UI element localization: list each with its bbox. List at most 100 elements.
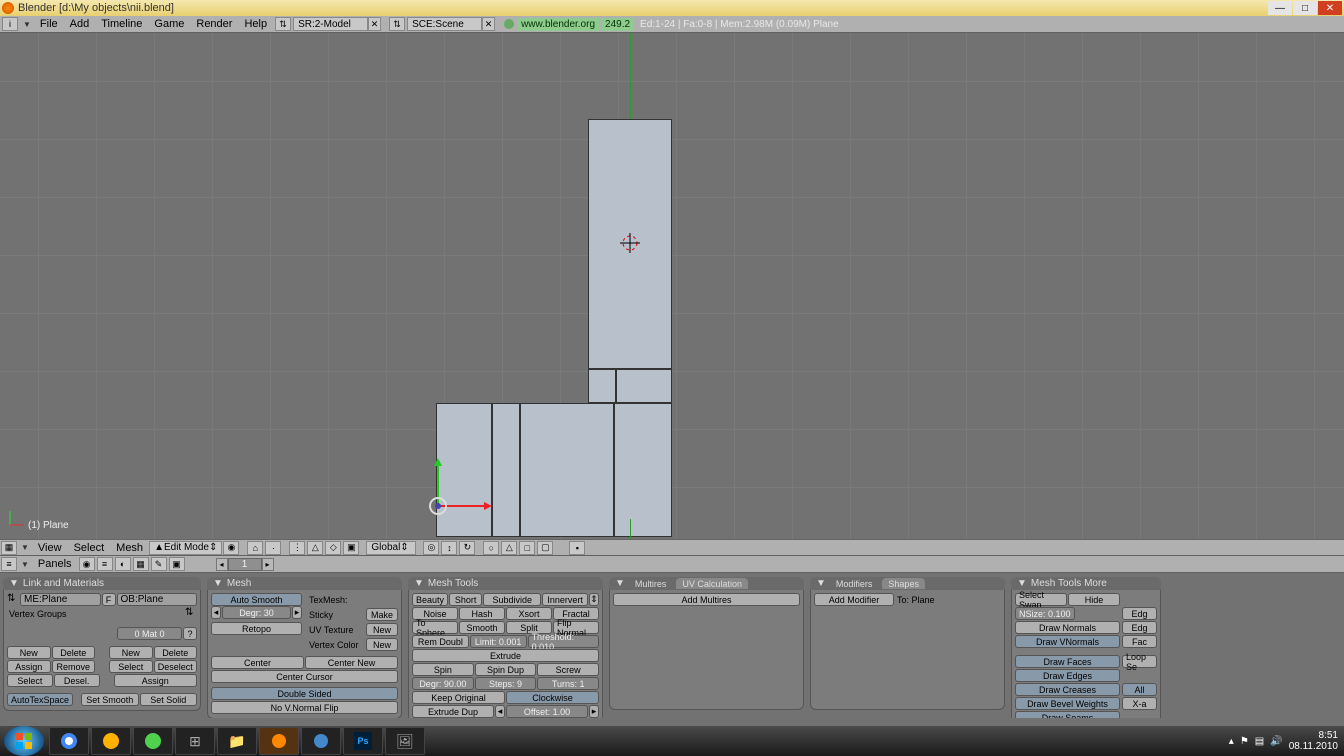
taskbar-app-icon[interactable] — [91, 727, 131, 755]
collapse-icon[interactable]: ▼ — [21, 543, 29, 552]
tray-arrow-icon[interactable]: ▴ — [1229, 736, 1234, 747]
taskbar-chrome-icon[interactable] — [49, 727, 89, 755]
tray-flag-icon[interactable]: ⚑ — [1240, 736, 1249, 747]
render-icon[interactable]: ▪ — [569, 541, 585, 555]
taskbar-app-icon[interactable] — [301, 727, 341, 755]
proportional-icon[interactable]: ○ — [483, 541, 499, 555]
panel-arrow-icon[interactable]: ▼ — [615, 578, 625, 589]
panel-arrow-icon[interactable]: ▼ — [213, 578, 223, 589]
taskbar-app-icon[interactable] — [133, 727, 173, 755]
mesh-face[interactable] — [588, 369, 616, 403]
ctx-scene-icon[interactable]: ▣ — [169, 557, 185, 571]
scene-selector[interactable]: SCE:Scene — [407, 17, 482, 31]
scene-delete-button[interactable]: ✕ — [482, 17, 495, 31]
manipulator-rotate-icon[interactable]: ↻ — [459, 541, 475, 555]
mat-help-button[interactable]: ? — [183, 627, 197, 640]
window-type-icon[interactable]: ≡ — [1, 557, 17, 571]
select-edge-icon[interactable]: △ — [307, 541, 323, 555]
vg-delete-button[interactable]: Delete — [52, 646, 96, 659]
tab-multires[interactable]: Multires — [629, 578, 673, 589]
autotexspace-button[interactable]: AutoTexSpace — [7, 693, 73, 706]
fac-button[interactable]: Fac — [1122, 635, 1157, 648]
add-multires-button[interactable]: Add Multires — [613, 593, 800, 606]
centernew-button[interactable]: Center New — [305, 656, 398, 669]
vg-desel-button[interactable]: Desel. — [54, 674, 100, 687]
ctx-shading-icon[interactable]: ◐ — [115, 557, 131, 571]
vg-new-button[interactable]: New — [7, 646, 51, 659]
novnflip-button[interactable]: No V.Normal Flip — [211, 701, 398, 714]
short-button[interactable]: Short — [449, 593, 482, 606]
menu-mesh[interactable]: Mesh — [116, 542, 143, 554]
spin-turns-field[interactable]: Turns: 1 — [537, 677, 599, 690]
doublesided-button[interactable]: Double Sided — [211, 687, 398, 700]
subdivide-button[interactable]: Subdivide — [483, 593, 541, 606]
mesh-face[interactable] — [492, 403, 520, 537]
subdiv-menu-button[interactable]: ⇕ — [589, 593, 599, 606]
menu-select[interactable]: Select — [74, 542, 105, 554]
panel-arrow-icon[interactable]: ▼ — [9, 578, 19, 589]
spin-button[interactable]: Spin — [412, 663, 474, 676]
retopo-button[interactable]: Retopo — [211, 622, 302, 635]
window-type-icon[interactable]: ▦ — [1, 541, 17, 555]
threshold-field[interactable]: Threshold: 0.010 — [528, 635, 599, 648]
collapse-icon[interactable]: ▼ — [21, 560, 29, 569]
spindup-button[interactable]: Spin Dup — [475, 663, 537, 676]
setsolid-button[interactable]: Set Solid — [140, 693, 197, 706]
maximize-button[interactable]: □ — [1293, 1, 1317, 15]
offset-dec-button[interactable]: ◂ — [495, 705, 505, 718]
manipulator-toggle-icon[interactable]: ◎ — [423, 541, 439, 555]
degr-dec-button[interactable]: ◂ — [211, 606, 221, 619]
menu-game[interactable]: Game — [154, 18, 184, 30]
select-face-icon[interactable]: ◇ — [325, 541, 341, 555]
autosmooth-button[interactable]: Auto Smooth — [211, 593, 302, 606]
selswap-button[interactable]: Select Swap — [1015, 593, 1067, 606]
mesh-face[interactable] — [436, 403, 492, 537]
uvtex-new-button[interactable]: New — [366, 623, 398, 636]
tab-shapes[interactable]: Shapes — [882, 578, 925, 589]
tray-network-icon[interactable]: ▤ — [1255, 736, 1264, 747]
innervert-button[interactable]: Innervert — [542, 593, 588, 606]
shading-icon[interactable]: ◉ — [223, 541, 239, 555]
taskbar-photoshop-icon[interactable]: Ps — [343, 727, 383, 755]
mat-delete-button[interactable]: Delete — [154, 646, 198, 659]
mesh-face[interactable] — [588, 119, 672, 369]
extrudedup-button[interactable]: Extrude Dup — [412, 705, 494, 718]
menu-render[interactable]: Render — [196, 18, 232, 30]
panel-arrow-icon[interactable]: ▼ — [816, 578, 826, 589]
tosphere-button[interactable]: To Sphere — [412, 621, 458, 634]
snap-icon[interactable]: △ — [501, 541, 517, 555]
minimize-button[interactable]: — — [1268, 1, 1292, 15]
keeporig-button[interactable]: Keep Original — [412, 691, 505, 704]
beauty-button[interactable]: Beauty — [412, 593, 448, 606]
loopse-button[interactable]: Loop Se — [1122, 655, 1157, 668]
scene-browse-icon[interactable]: ⇅ — [389, 17, 405, 31]
hash-button[interactable]: Hash — [459, 607, 505, 620]
drawcreases-button[interactable]: Draw Creases — [1015, 683, 1120, 696]
taskbar-app-icon[interactable]: 🖼 — [385, 727, 425, 755]
occlude-icon[interactable]: ▣ — [343, 541, 359, 555]
material-index[interactable]: 0 Mat 0 — [117, 627, 182, 640]
fake-user-button[interactable]: F — [102, 593, 116, 606]
setsmooth-button[interactable]: Set Smooth — [81, 693, 138, 706]
browse-icon[interactable]: ⇅ — [7, 593, 19, 606]
drawedges-button[interactable]: Draw Edges — [1015, 669, 1120, 682]
close-button[interactable]: ✕ — [1318, 1, 1342, 15]
mode-selector[interactable]: ▲ Edit Mode ⇕ — [149, 541, 222, 555]
vg-remove-button[interactable]: Remove — [52, 660, 96, 673]
remdoubl-button[interactable]: Rem Doubl — [412, 635, 469, 648]
mesh-name-field[interactable]: ME:Plane — [20, 593, 101, 606]
object-name-field[interactable]: OB:Plane — [117, 593, 198, 606]
spin-degr-field[interactable]: Degr: 90.00 — [412, 677, 474, 690]
drawbweights-button[interactable]: Draw Bevel Weights — [1015, 697, 1120, 710]
drawvnormals-button[interactable]: Draw VNormals — [1015, 635, 1120, 648]
mesh-face[interactable] — [616, 369, 672, 403]
menu-file[interactable]: File — [40, 18, 58, 30]
ctx-object-icon[interactable]: ▦ — [133, 557, 149, 571]
snap-target-icon[interactable]: □ — [519, 541, 535, 555]
mat-select-button[interactable]: Select — [109, 660, 153, 673]
system-tray[interactable]: ▴ ⚑ ▤ 🔊 8:51 08.11.2010 — [1223, 730, 1344, 752]
screen-selector[interactable]: SR:2-Model — [293, 17, 368, 31]
degr-field[interactable]: Degr: 30 — [222, 606, 291, 619]
spin-steps-field[interactable]: Steps: 9 — [475, 677, 537, 690]
manipulator-translate-icon[interactable]: ↕ — [441, 541, 457, 555]
